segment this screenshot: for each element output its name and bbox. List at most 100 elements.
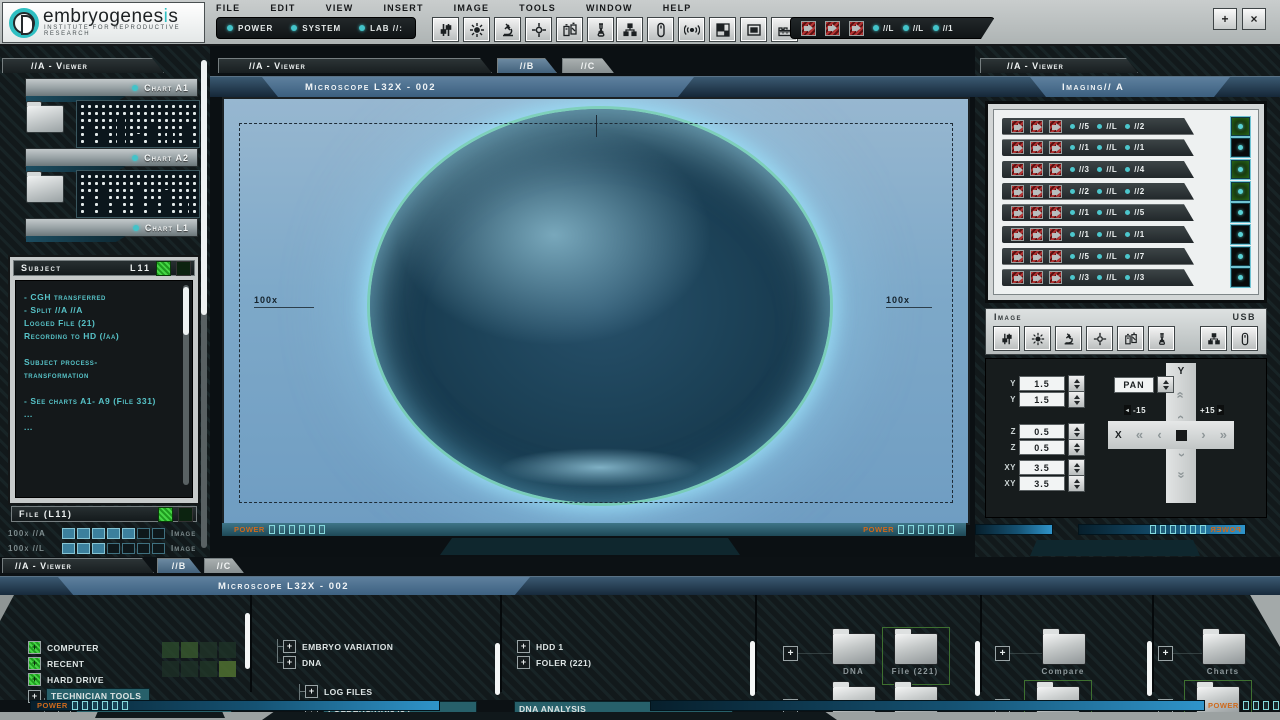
column-scrollbar[interactable] bbox=[1147, 641, 1152, 696]
z-stepper[interactable]: Z 0.5 bbox=[998, 423, 1085, 440]
status-dark-icon[interactable] bbox=[176, 260, 191, 276]
tree-item-log-files[interactable]: LOG FILES bbox=[305, 685, 372, 698]
center-tab-c[interactable]: //C bbox=[562, 58, 614, 73]
status-green-icon[interactable] bbox=[158, 506, 173, 522]
expand-plus-icon[interactable] bbox=[28, 673, 41, 686]
folder-icon[interactable] bbox=[26, 101, 64, 133]
subject-header[interactable]: Subject L11 bbox=[13, 260, 195, 276]
expand-plus-icon[interactable] bbox=[783, 646, 798, 661]
menu-file[interactable]: File bbox=[216, 3, 240, 13]
pan-mode-stepper[interactable]: PAN bbox=[1114, 376, 1174, 393]
tree-item-hdd1[interactable]: HDD 1 bbox=[517, 640, 564, 653]
power-toggle[interactable]: Power bbox=[227, 24, 273, 33]
pan-left-icon[interactable]: ‹ bbox=[1157, 428, 1161, 441]
pan-minus-15[interactable]: ◂ -15 bbox=[1124, 405, 1146, 415]
bottom-tab-b[interactable]: //B bbox=[157, 558, 201, 573]
microscope-icon[interactable] bbox=[494, 17, 521, 42]
tree-item-computer[interactable]: COMPUTER bbox=[28, 641, 99, 654]
chart-a2-header[interactable]: Chart A2 bbox=[25, 148, 198, 167]
network-icon[interactable] bbox=[1200, 326, 1227, 351]
pan-crosshair-icon[interactable] bbox=[525, 17, 552, 42]
pan-right-icon[interactable]: › bbox=[1201, 428, 1205, 441]
tree-item-hard-drive[interactable]: HARD DRIVE bbox=[28, 673, 104, 686]
record-icon[interactable] bbox=[825, 21, 840, 36]
row-indicator[interactable] bbox=[1231, 203, 1250, 223]
folder-file-221[interactable] bbox=[894, 628, 938, 665]
imaging-row[interactable]: //1 //L //5 bbox=[1002, 203, 1250, 223]
expand-plus-icon[interactable] bbox=[28, 641, 41, 654]
subject-notes[interactable]: - CGH transferred - Split //A //A Logged… bbox=[15, 280, 193, 498]
pan-right-fast-icon[interactable]: » bbox=[1220, 428, 1227, 441]
column-scrollbar[interactable] bbox=[245, 613, 250, 669]
chart-l1-header[interactable]: Chart L1 bbox=[25, 218, 198, 237]
chart-a1-header[interactable]: Chart A1 bbox=[25, 78, 198, 97]
brightness-icon[interactable] bbox=[463, 17, 490, 42]
z-stepper[interactable]: Z 0.5 bbox=[998, 439, 1085, 456]
chart-a1-thumbnail[interactable] bbox=[76, 100, 200, 148]
folder-dna[interactable] bbox=[832, 628, 876, 665]
tree-item-dna[interactable]: DNA bbox=[283, 656, 322, 669]
progress-bar[interactable] bbox=[62, 528, 165, 539]
menu-image[interactable]: Image bbox=[454, 3, 490, 13]
column-scrollbar[interactable] bbox=[975, 641, 980, 696]
right-viewer-tab[interactable]: //A - Viewer bbox=[980, 58, 1138, 73]
imaging-row[interactable]: //3 //L //4 bbox=[1002, 159, 1250, 179]
pan-plus-15[interactable]: +15 ▸ bbox=[1200, 405, 1225, 415]
tree-item-embryo-variation[interactable]: EMBRYO VARIATION bbox=[283, 640, 393, 653]
menu-insert[interactable]: Insert bbox=[383, 3, 423, 13]
imaging-row[interactable]: //5 //L //2 bbox=[1002, 116, 1250, 136]
column-scrollbar[interactable] bbox=[495, 643, 500, 695]
system-toggle[interactable]: System bbox=[291, 24, 341, 33]
layout-icon[interactable] bbox=[709, 17, 736, 42]
record-icon[interactable] bbox=[849, 21, 864, 36]
xy-stepper[interactable]: XY 3.5 bbox=[998, 459, 1085, 476]
row-indicator[interactable] bbox=[1231, 224, 1250, 244]
subject-scrollbar[interactable] bbox=[183, 285, 189, 485]
record-icon[interactable] bbox=[801, 21, 816, 36]
microscope-icon[interactable] bbox=[1055, 326, 1082, 351]
menu-edit[interactable]: Edit bbox=[270, 3, 295, 13]
pan-down-fast-icon[interactable]: « bbox=[1173, 471, 1188, 478]
network-icon[interactable] bbox=[616, 17, 643, 42]
battery-icon[interactable] bbox=[556, 17, 583, 42]
row-indicator[interactable] bbox=[1231, 268, 1250, 288]
row-indicator[interactable] bbox=[1231, 138, 1250, 158]
expand-plus-icon[interactable] bbox=[517, 640, 530, 653]
pan-horizontal-bar[interactable]: X « ‹ › » bbox=[1108, 421, 1234, 449]
progress-bar[interactable] bbox=[62, 543, 165, 554]
pan-up-icon[interactable]: ‹ bbox=[1174, 415, 1189, 419]
row-indicator[interactable] bbox=[1231, 159, 1250, 179]
menu-view[interactable]: View bbox=[326, 3, 354, 13]
folder-compare[interactable] bbox=[1042, 628, 1086, 665]
sliders-icon[interactable] bbox=[432, 17, 459, 42]
column-scrollbar[interactable] bbox=[750, 641, 755, 696]
pan-down-icon[interactable]: ‹ bbox=[1173, 453, 1188, 457]
imaging-row[interactable]: //3 //L //3 bbox=[1002, 268, 1250, 288]
imaging-row[interactable]: //5 //L //7 bbox=[1002, 246, 1250, 266]
pan-left-fast-icon[interactable]: « bbox=[1136, 428, 1143, 441]
menu-window[interactable]: Window bbox=[586, 3, 633, 13]
pan-crosshair-icon[interactable] bbox=[1086, 326, 1113, 351]
flask-icon[interactable] bbox=[1148, 326, 1175, 351]
menu-help[interactable]: Help bbox=[663, 3, 692, 13]
tree-item-recent[interactable]: RECENT bbox=[28, 657, 84, 670]
y-stepper[interactable]: Y 1.5 bbox=[998, 375, 1085, 392]
expand-plus-icon[interactable] bbox=[1158, 646, 1173, 661]
expand-plus-icon[interactable] bbox=[995, 646, 1010, 661]
battery-icon[interactable] bbox=[1117, 326, 1144, 351]
chart-a2-thumbnail[interactable] bbox=[76, 170, 200, 218]
imaging-row[interactable]: //1 //L //1 bbox=[1002, 138, 1250, 158]
expand-plus-icon[interactable] bbox=[283, 640, 296, 653]
window-add-button[interactable]: + bbox=[1213, 8, 1237, 30]
pan-center-icon[interactable] bbox=[1175, 429, 1187, 441]
selection-rectangle[interactable] bbox=[239, 123, 953, 503]
mouse-icon[interactable] bbox=[1231, 326, 1258, 351]
center-tab-b[interactable]: //B bbox=[497, 58, 557, 73]
center-tab-a[interactable]: //A - Viewer bbox=[218, 58, 492, 73]
tree-item-foler-221[interactable]: FOLER (221) bbox=[517, 656, 591, 669]
expand-plus-icon[interactable] bbox=[28, 657, 41, 670]
status-dark-icon[interactable] bbox=[178, 506, 193, 522]
folder-charts[interactable] bbox=[1202, 628, 1246, 665]
expand-plus-icon[interactable] bbox=[283, 656, 296, 669]
mouse-icon[interactable] bbox=[647, 17, 674, 42]
